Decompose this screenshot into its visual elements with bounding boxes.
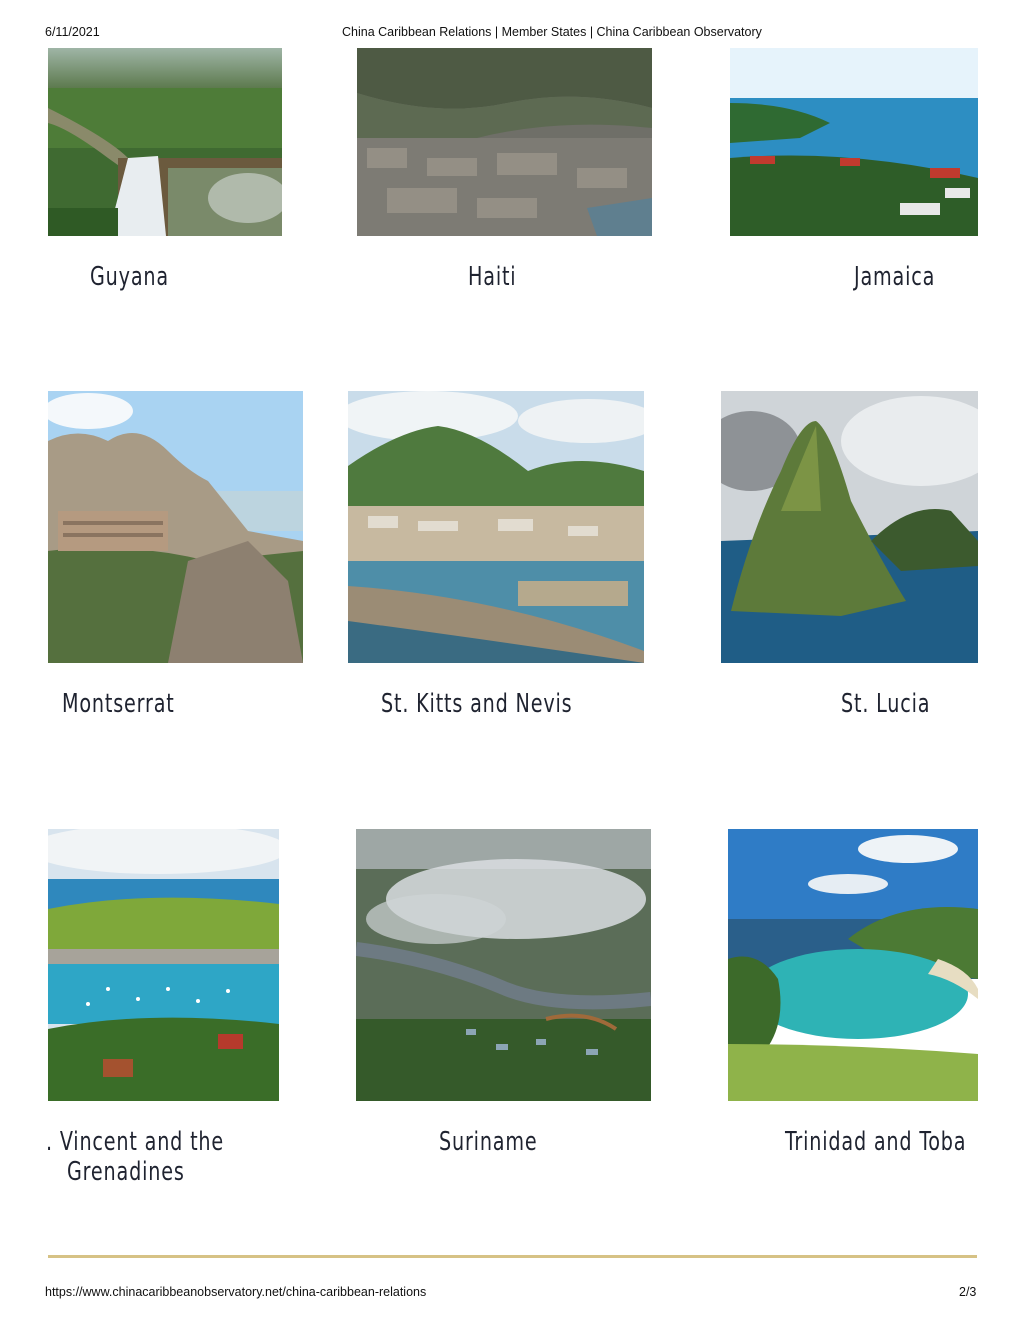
st-vincent-photo[interactable] (48, 829, 279, 1101)
state-caption-st-lucia[interactable]: St. Lucia (841, 689, 930, 719)
state-caption-st-vincent-line2[interactable]: Grenadines (67, 1157, 185, 1187)
state-caption-st-vincent-line1[interactable]: . Vincent and the (46, 1127, 224, 1157)
st-kitts-photo[interactable] (348, 391, 644, 663)
state-caption-jamaica[interactable]: Jamaica (854, 262, 935, 292)
trinidad-tobago-photo[interactable] (728, 829, 978, 1101)
montserrat-photo[interactable] (48, 391, 303, 663)
haiti-photo[interactable] (357, 48, 652, 236)
state-caption-trinidad-tobago[interactable]: Trinidad and Toba (785, 1127, 966, 1157)
page-title: China Caribbean Relations | Member State… (342, 25, 762, 39)
state-caption-st-kitts-nevis[interactable]: St. Kitts and Nevis (381, 689, 572, 719)
page-url: https://www.chinacaribbeanobservatory.ne… (45, 1285, 427, 1299)
state-caption-suriname[interactable]: Suriname (439, 1127, 538, 1157)
state-caption-montserrat[interactable]: Montserrat (62, 689, 175, 719)
print-date: 6/11/2021 (45, 25, 100, 39)
guyana-photo[interactable] (48, 48, 282, 236)
footer-divider (48, 1255, 977, 1258)
page-number: 2/3 (959, 1285, 977, 1299)
jamaica-photo[interactable] (730, 48, 978, 236)
state-caption-guyana[interactable]: Guyana (90, 262, 169, 292)
state-caption-haiti[interactable]: Haiti (468, 262, 516, 292)
st-lucia-photo[interactable] (721, 391, 978, 663)
suriname-photo[interactable] (356, 829, 651, 1101)
